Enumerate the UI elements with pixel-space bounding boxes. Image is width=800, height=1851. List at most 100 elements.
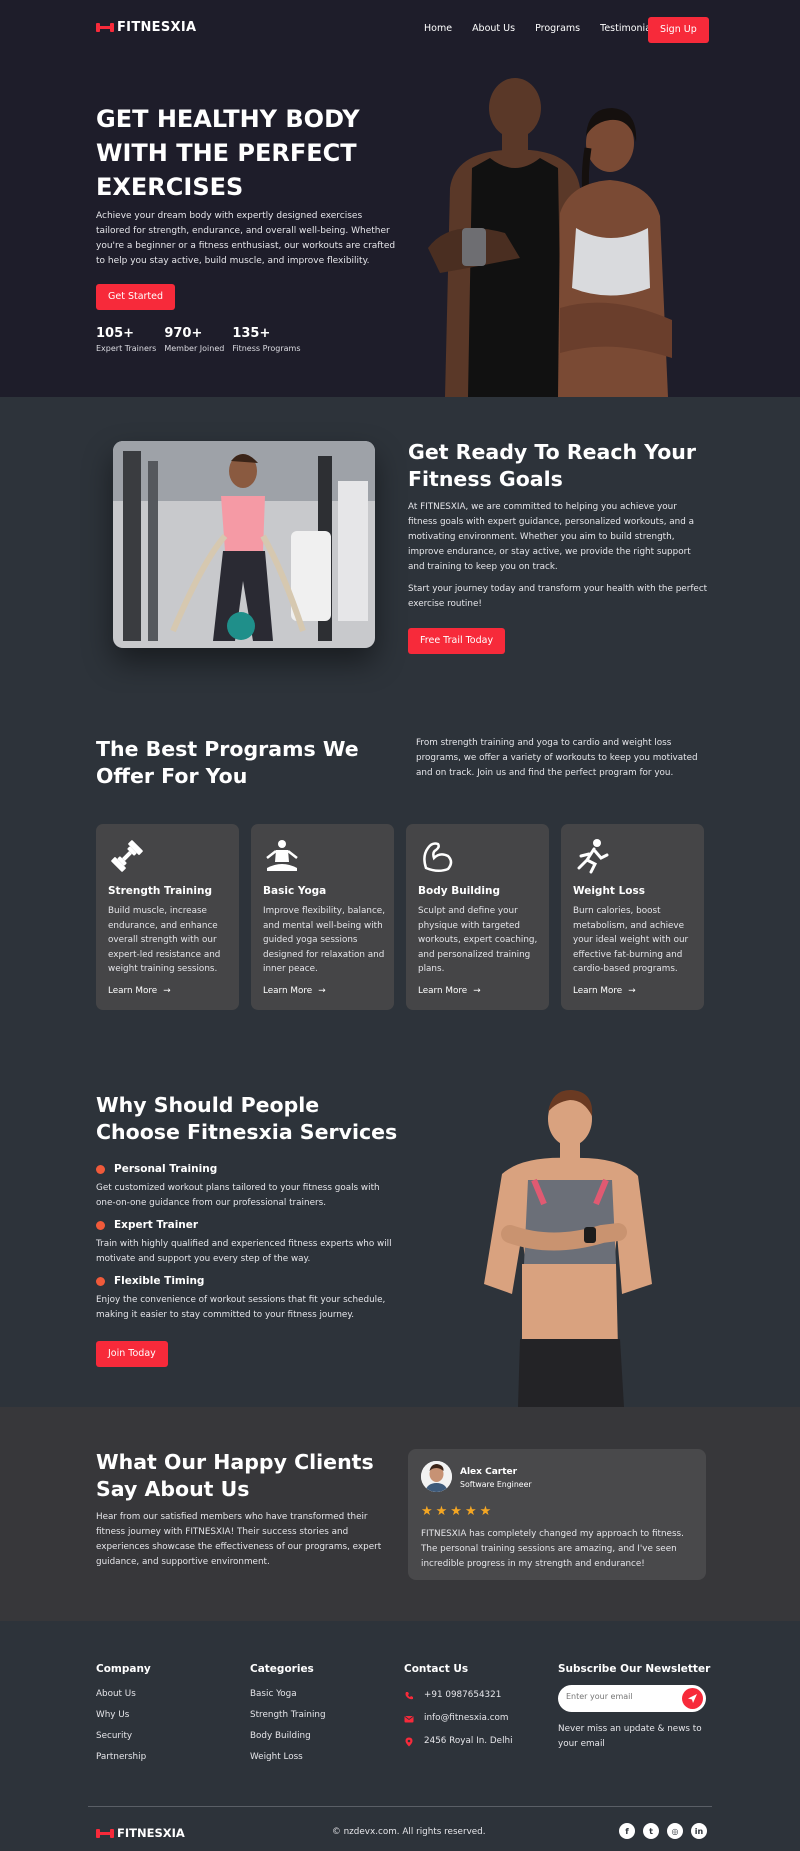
program-card-bodybuilding[interactable]: Body Building Sculpt and define your phy…	[406, 824, 549, 1010]
testimonials-section: What Our Happy Clients Say About Us Hear…	[0, 1407, 800, 1621]
arrow-right-icon: →	[318, 986, 326, 996]
feature-flexible-timing: Flexible Timing Enjoy the convenience of…	[96, 1275, 396, 1323]
learn-more-link[interactable]: Learn More →	[263, 986, 326, 996]
program-text: Sculpt and define your physique with tar…	[418, 906, 538, 975]
footer-heading: Subscribe Our Newsletter	[558, 1663, 711, 1675]
join-today-button[interactable]: Join Today	[96, 1341, 168, 1367]
program-title: Body Building	[418, 885, 501, 897]
location-pin-icon	[405, 1737, 413, 1746]
footer-heading: Company	[96, 1663, 151, 1675]
programs-intro: From strength training and yoga to cardi…	[416, 738, 698, 778]
footer-link-strength[interactable]: Strength Training	[250, 1705, 326, 1726]
footer-link-yoga[interactable]: Basic Yoga	[250, 1684, 326, 1705]
stat-value: 105+	[96, 326, 135, 341]
testimonial-card: Alex Carter Software Engineer ★★★★★ FITN…	[408, 1449, 706, 1580]
facebook-icon[interactable]: f	[619, 1823, 635, 1839]
stat-label: Fitness Programs	[232, 344, 301, 353]
program-text: Improve flexibility, balance, and mental…	[263, 906, 386, 975]
dumbbell-logo-icon	[96, 1828, 114, 1839]
hero-title: GET HEALTHY BODY WITH THE PERFECT EXERCI…	[96, 105, 360, 201]
testimonials-intro: Hear from our satisfied members who have…	[96, 1512, 382, 1567]
newsletter-email-input[interactable]	[566, 1692, 676, 1701]
footer-logo[interactable]: FITNESXIA	[96, 1826, 185, 1840]
brand-logo[interactable]: FITNESXIA	[96, 20, 196, 35]
brand-name: FITNESXIA	[117, 1826, 185, 1840]
program-title: Basic Yoga	[263, 885, 327, 897]
linkedin-icon[interactable]: in	[691, 1823, 707, 1839]
dumbbell-logo-icon	[96, 22, 114, 33]
review-text: FITNESXIA has completely changed my appr…	[421, 1529, 684, 1569]
avatar	[421, 1461, 452, 1492]
reviewer-name: Alex Carter	[460, 1467, 518, 1477]
footer-link-security[interactable]: Security	[96, 1726, 151, 1747]
newsletter-submit-button[interactable]	[682, 1688, 703, 1709]
rating-stars: ★★★★★	[421, 1504, 495, 1519]
footer-newsletter-column: Subscribe Our Newsletter	[558, 1663, 710, 1684]
arrow-right-icon: →	[473, 986, 481, 996]
nav-item-programs[interactable]: Programs	[535, 23, 580, 34]
feature-title: Expert Trainer	[114, 1219, 199, 1231]
battle-rope-photo	[113, 441, 375, 648]
stat-programs: 135+ Fitness Programs	[232, 326, 300, 353]
program-text: Build muscle, increase endurance, and en…	[108, 906, 221, 975]
feature-text: Get customized workout plans tailored to…	[96, 1183, 380, 1208]
arrow-right-icon: →	[163, 986, 171, 996]
nav-item-home[interactable]: Home	[424, 23, 452, 34]
footer-heading: Contact Us	[404, 1663, 469, 1675]
program-text: Burn calories, boost metabolism, and ach…	[573, 906, 689, 975]
runner-icon	[577, 839, 609, 874]
twitter-icon[interactable]: t	[643, 1823, 659, 1839]
contact-address: 2456 Royal In. Delhi	[404, 1730, 513, 1753]
why-title: Why Should People Choose Fitnesxia Servi…	[96, 1093, 398, 1144]
hero-text: Achieve your dream body with expertly de…	[96, 211, 396, 266]
mail-icon	[404, 1715, 414, 1722]
instagram-icon[interactable]: ◎	[667, 1823, 683, 1839]
footer-link-partnership[interactable]: Partnership	[96, 1747, 151, 1768]
footer-heading: Categories	[250, 1663, 314, 1675]
top-navbar: FITNESXIA Home About Us Programs Testimo…	[0, 0, 800, 58]
bicep-icon	[423, 842, 453, 872]
bullet-dot-icon	[96, 1220, 105, 1230]
learn-more-link[interactable]: Learn More →	[573, 986, 636, 996]
contact-phone[interactable]: +91 0987654321	[404, 1684, 513, 1707]
nav-item-about[interactable]: About Us	[472, 23, 515, 34]
learn-more-link[interactable]: Learn More →	[108, 986, 171, 996]
get-started-button[interactable]: Get Started	[96, 284, 176, 310]
footer-link-bodybuilding[interactable]: Body Building	[250, 1726, 326, 1747]
stat-value: 970+	[164, 326, 203, 341]
free-trial-button[interactable]: Free Trail Today	[408, 628, 506, 654]
goals-title: Get Ready To Reach Your Fitness Goals	[408, 440, 697, 491]
stat-label: Member Joined	[164, 344, 225, 353]
contact-email[interactable]: info@fitnesxia.com	[404, 1707, 513, 1730]
learn-more-label: Learn More	[418, 986, 468, 996]
learn-more-label: Learn More	[573, 986, 623, 996]
social-links: f t ◎ in	[619, 1823, 707, 1839]
hero-stats: 105+ Expert Trainers 970+ Member Joined …	[96, 326, 301, 353]
footer-company-column: Company About Us Why Us Security Partner…	[96, 1663, 151, 1768]
footer-link-about[interactable]: About Us	[96, 1684, 151, 1705]
footer-link-why[interactable]: Why Us	[96, 1705, 151, 1726]
stat-members: 970+ Member Joined	[164, 326, 224, 353]
program-card-yoga[interactable]: Basic Yoga Improve flexibility, balance,…	[251, 824, 394, 1010]
arrow-right-icon: →	[628, 986, 636, 996]
yoga-icon	[266, 840, 298, 871]
program-card-strength[interactable]: Strength Training Build muscle, increase…	[96, 824, 239, 1010]
program-card-weightloss[interactable]: Weight Loss Burn calories, boost metabol…	[561, 824, 704, 1010]
contact-address-text: 2456 Royal In. Delhi	[424, 1736, 513, 1746]
hero-athletes-image	[428, 78, 672, 397]
testimonials-title: What Our Happy Clients Say About Us	[96, 1450, 374, 1501]
footer-contact-column: Contact Us +91 0987654321 info@fitnesxia…	[404, 1663, 513, 1753]
feature-title: Flexible Timing	[114, 1275, 205, 1287]
dumbbell-icon	[111, 840, 143, 872]
goals-section: Get Ready To Reach Your Fitness Goals At…	[0, 397, 800, 693]
learn-more-link[interactable]: Learn More →	[418, 986, 481, 996]
sign-up-button[interactable]: Sign Up	[648, 17, 709, 43]
feature-personal-training: Personal Training Get customized workout…	[96, 1163, 396, 1211]
footer-link-weightloss[interactable]: Weight Loss	[250, 1747, 326, 1768]
goals-text-2: Start your journey today and transform y…	[408, 584, 708, 609]
woman-smartwatch-image	[484, 1089, 652, 1407]
footer-divider	[88, 1806, 712, 1807]
stat-label: Expert Trainers	[96, 344, 157, 353]
program-title: Weight Loss	[573, 885, 645, 897]
contact-email-text: info@fitnesxia.com	[424, 1713, 509, 1723]
